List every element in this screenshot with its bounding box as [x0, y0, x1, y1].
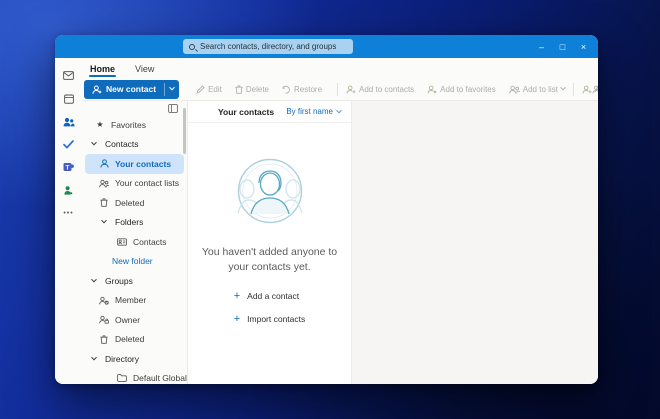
new-contact-dropdown[interactable]: [165, 80, 179, 99]
nav-deleted-groups[interactable]: Deleted: [82, 330, 187, 350]
empty-state-title: You haven't added anyone to your contact…: [202, 245, 337, 275]
trash-icon: [235, 85, 243, 94]
mail-icon[interactable]: [58, 65, 79, 86]
chevron-down-icon: [89, 142, 99, 146]
engage-icon[interactable]: [58, 180, 79, 201]
todo-icon[interactable]: [58, 134, 79, 155]
list-title: Your contacts: [218, 107, 274, 117]
delete-button[interactable]: Delete: [235, 85, 269, 94]
import-contacts-link[interactable]: + Import contacts: [234, 314, 306, 324]
nav-default-gal[interactable]: Default Global Add...: [82, 369, 187, 385]
chevron-down-icon: [89, 357, 99, 361]
clipped-person-icon: [592, 85, 598, 94]
ribbon-tabs: Home View: [82, 58, 598, 78]
nav-new-folder[interactable]: New folder: [82, 252, 187, 272]
chevron-down-icon: [336, 107, 342, 113]
chevron-down-icon: [89, 279, 99, 283]
nav-deleted-contacts[interactable]: Deleted: [82, 193, 187, 213]
chevron-down-icon: [99, 220, 109, 224]
people-icon: [99, 179, 109, 188]
person-add-icon: [92, 85, 102, 94]
search-icon: [189, 44, 195, 50]
close-button[interactable]: ×: [573, 35, 594, 58]
contact-list-pane: Your contacts By first name: [188, 101, 352, 384]
restore-button[interactable]: Restore: [282, 85, 322, 94]
people-icon[interactable]: [58, 111, 79, 132]
nav-scrollbar[interactable]: [183, 108, 186, 154]
trash-icon: [99, 335, 109, 344]
nav-directory-header[interactable]: Directory: [82, 349, 187, 369]
search-input[interactable]: Search contacts, directory, and groups: [183, 39, 353, 54]
add-to-contacts-button[interactable]: Add to contacts: [346, 85, 414, 94]
maximize-button[interactable]: □: [552, 35, 573, 58]
new-contact-button[interactable]: New contact: [84, 80, 179, 99]
add-to-favorites-button[interactable]: Add to favorites: [427, 85, 496, 94]
pencil-icon: [196, 85, 205, 94]
nav-folders-header[interactable]: Folders: [82, 213, 187, 233]
people-key-icon: [99, 315, 109, 324]
reading-pane: [352, 101, 598, 384]
plus-icon: +: [234, 292, 240, 300]
people-list-icon: [509, 85, 520, 94]
nav-your-contact-lists[interactable]: Your contact lists: [82, 174, 187, 194]
window-controls: – □ ×: [531, 35, 594, 58]
more-apps-icon[interactable]: •••: [58, 203, 79, 224]
nav-folder-contacts[interactable]: Contacts: [82, 232, 187, 252]
trash-icon: [99, 198, 109, 207]
nav-contacts-header[interactable]: Contacts: [82, 135, 187, 155]
minimize-button[interactable]: –: [531, 35, 552, 58]
sort-dropdown[interactable]: By first name: [286, 107, 341, 116]
edit-button[interactable]: Edit: [196, 85, 222, 94]
nav-favorites[interactable]: ★ Favorites: [82, 115, 187, 135]
nav-groups-header[interactable]: Groups: [82, 271, 187, 291]
add-to-list-button[interactable]: Add to list: [509, 85, 565, 94]
calendar-icon[interactable]: [58, 88, 79, 109]
new-contact-label: New contact: [106, 84, 156, 94]
search-placeholder: Search contacts, directory, and groups: [200, 42, 336, 51]
app-rail: T •••: [55, 58, 82, 384]
add-a-contact-link[interactable]: + Add a contact: [234, 291, 306, 301]
collapse-nav-icon[interactable]: [168, 104, 178, 113]
contact-card-icon: [117, 238, 127, 246]
teams-icon[interactable]: T: [58, 157, 79, 178]
nav-owner[interactable]: Owner: [82, 310, 187, 330]
contacts-illustration: [230, 151, 310, 231]
command-toolbar: New contact Edit Delete: [82, 78, 598, 101]
folder-icon: [117, 374, 127, 382]
tab-home[interactable]: Home: [87, 62, 118, 78]
people-check-icon: [99, 296, 109, 305]
outlook-people-window: Search contacts, directory, and groups –…: [55, 35, 598, 384]
nav-your-contacts[interactable]: Your contacts: [85, 154, 184, 174]
person-add-icon: [346, 85, 356, 94]
plus-icon: +: [234, 315, 240, 323]
person-star-icon: [427, 85, 437, 94]
list-header: Your contacts By first name: [188, 101, 351, 123]
title-bar[interactable]: Search contacts, directory, and groups –…: [55, 35, 598, 58]
folder-nav-pane: ★ Favorites Contacts Your contacts: [82, 101, 188, 384]
empty-state: You haven't added anyone to your contact…: [188, 123, 351, 384]
svg-text:T: T: [66, 165, 70, 172]
restore-icon: [282, 85, 291, 94]
star-icon: ★: [95, 120, 105, 129]
person-icon: [99, 159, 109, 168]
nav-member[interactable]: Member: [82, 291, 187, 311]
person-add-icon: [582, 85, 592, 94]
tab-view[interactable]: View: [132, 62, 157, 78]
